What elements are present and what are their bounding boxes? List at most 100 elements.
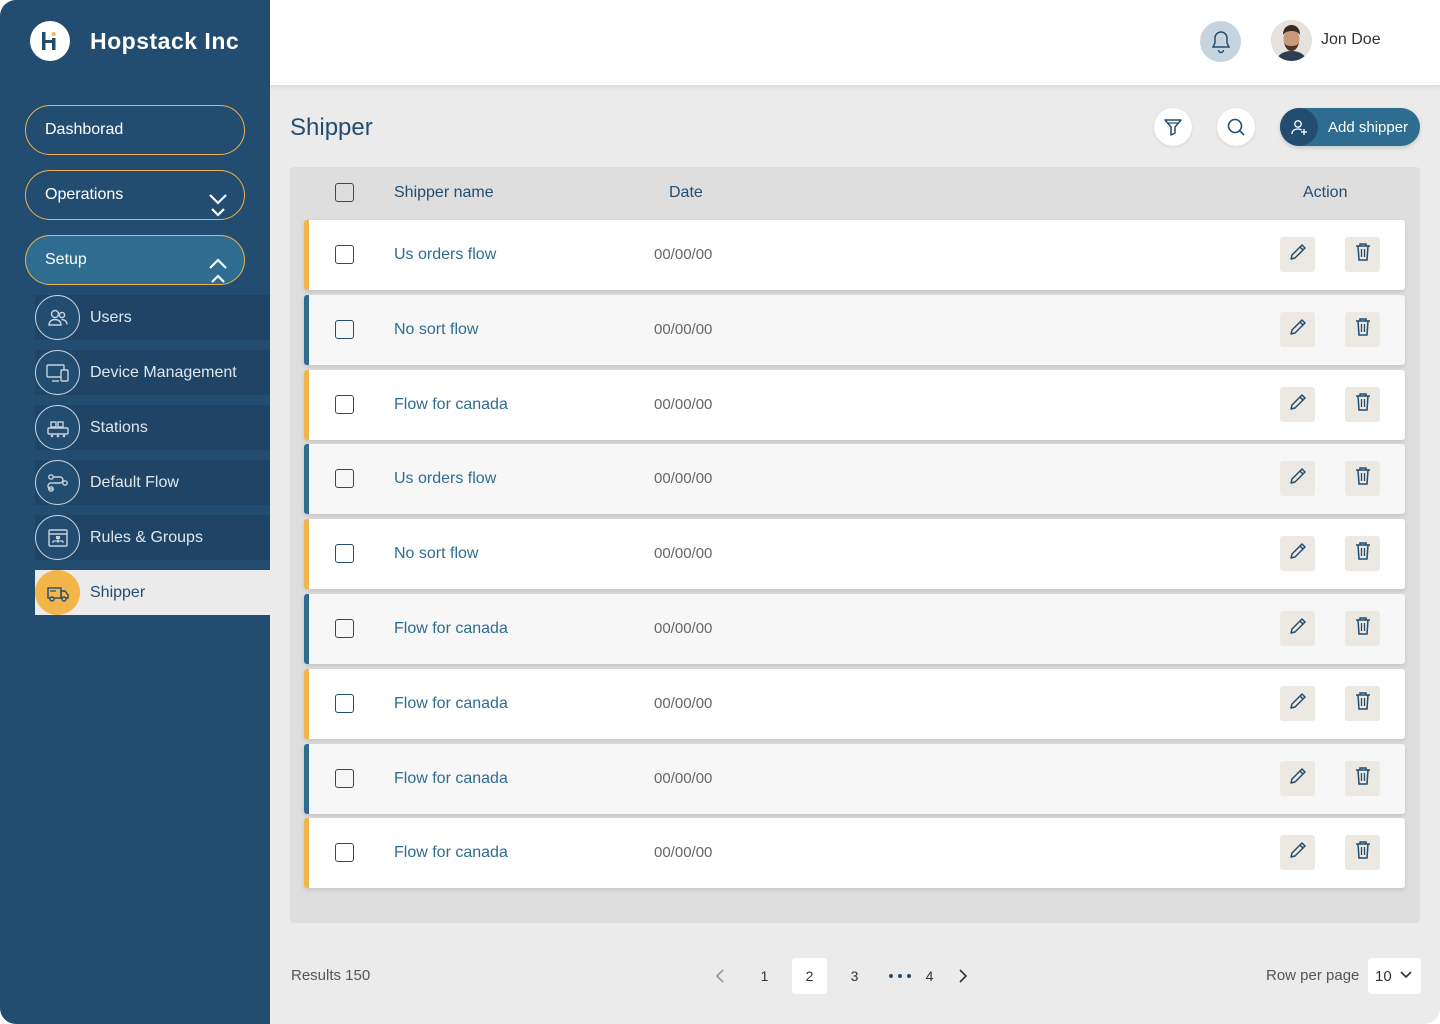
next-page-button[interactable] xyxy=(945,958,980,994)
date-cell: 00/00/00 xyxy=(654,395,713,413)
nav-dashboard[interactable]: Dashborad xyxy=(25,105,245,155)
user-name[interactable]: Jon Doe xyxy=(1321,31,1381,49)
nav-operations-label: Operations xyxy=(45,186,124,203)
rows-per-page-label: Row per page xyxy=(1266,967,1360,984)
table-row[interactable]: Flow for canada 00/00/00 xyxy=(304,743,1405,814)
table-row[interactable]: Flow for canada 00/00/00 xyxy=(304,369,1405,440)
table-row[interactable]: Flow for canada 00/00/00 xyxy=(304,818,1405,889)
edit-button[interactable] xyxy=(1280,611,1315,646)
sidebar-item-stations[interactable]: Stations xyxy=(35,405,270,450)
add-user-icon xyxy=(1280,108,1318,146)
table-row[interactable]: Us orders flow 00/00/00 xyxy=(304,220,1405,290)
delete-button[interactable] xyxy=(1345,611,1380,646)
edit-button[interactable] xyxy=(1280,760,1315,796)
table-row[interactable]: No sort flow 00/00/00 xyxy=(304,519,1405,590)
delete-button[interactable] xyxy=(1345,386,1380,422)
table-row[interactable]: Flow for canada 00/00/00 xyxy=(304,594,1405,664)
edit-button[interactable] xyxy=(1280,311,1315,347)
shipper-name-cell[interactable]: Flow for canada xyxy=(394,844,508,862)
sidebar-item-users[interactable]: Users xyxy=(35,295,270,340)
sidebar: Hopstack Inc Dashborad Operations Setup … xyxy=(0,0,270,1024)
page-4[interactable]: 4 xyxy=(912,958,947,994)
column-date[interactable]: Date xyxy=(669,184,703,202)
row-checkbox[interactable] xyxy=(335,619,354,638)
shipper-name-cell[interactable]: Us orders flow xyxy=(394,246,496,264)
shipper-name-cell[interactable]: Flow for canada xyxy=(394,620,508,638)
shipper-name-cell[interactable]: Flow for canada xyxy=(394,695,508,713)
nav-dashboard-label: Dashborad xyxy=(45,121,124,138)
sidebar-item-label: Device Management xyxy=(90,363,237,381)
row-checkbox[interactable] xyxy=(335,319,354,339)
nav-setup-label: Setup xyxy=(45,251,87,268)
search-icon xyxy=(1227,118,1245,136)
shipper-name-cell[interactable]: Us orders flow xyxy=(394,470,496,488)
truck-icon xyxy=(35,570,80,615)
add-shipper-button[interactable]: Add shipper xyxy=(1280,108,1420,146)
delete-button[interactable] xyxy=(1345,237,1380,272)
row-checkbox[interactable] xyxy=(335,768,354,788)
shipper-name-cell[interactable]: No sort flow xyxy=(394,545,478,563)
sidebar-item-default-flow[interactable]: Default Flow xyxy=(35,460,270,505)
edit-icon xyxy=(1287,465,1309,492)
chevron-right-icon xyxy=(958,969,967,983)
page-title: Shipper xyxy=(290,114,373,141)
filter-button[interactable] xyxy=(1154,108,1192,146)
nav-setup[interactable]: Setup xyxy=(25,235,245,285)
bell-icon xyxy=(1211,30,1230,53)
results-count: Results 150 xyxy=(291,967,371,984)
table-row[interactable]: Flow for canada 00/00/00 xyxy=(304,668,1405,739)
column-shipper-name[interactable]: Shipper name xyxy=(394,184,494,202)
delete-button[interactable] xyxy=(1345,835,1380,871)
avatar[interactable] xyxy=(1271,20,1312,61)
sidebar-item-label: Rules & Groups xyxy=(90,528,203,546)
table-row[interactable]: Us orders flow 00/00/00 xyxy=(304,444,1405,515)
edit-button[interactable] xyxy=(1280,685,1315,721)
sidebar-item-shipper[interactable]: Shipper xyxy=(35,570,270,615)
row-checkbox[interactable] xyxy=(335,469,354,489)
delete-button[interactable] xyxy=(1345,760,1380,796)
row-checkbox[interactable] xyxy=(335,693,354,713)
table-row[interactable]: No sort flow 00/00/00 xyxy=(304,294,1405,365)
edit-icon xyxy=(1287,391,1309,418)
rows-per-page-select[interactable]: 10 xyxy=(1368,958,1421,994)
row-checkbox[interactable] xyxy=(335,245,354,264)
prev-page-button[interactable] xyxy=(702,958,737,994)
rules-icon xyxy=(35,515,80,560)
edit-icon xyxy=(1287,615,1309,642)
table-header: Shipper name Date Action xyxy=(290,167,1420,219)
edit-icon xyxy=(1287,316,1309,343)
edit-button[interactable] xyxy=(1280,461,1315,497)
shipper-name-cell[interactable]: No sort flow xyxy=(394,321,478,339)
trash-icon xyxy=(1353,391,1373,418)
flow-icon xyxy=(35,460,80,505)
edit-button[interactable] xyxy=(1280,237,1315,272)
select-all-checkbox[interactable] xyxy=(335,183,354,202)
row-checkbox[interactable] xyxy=(335,394,354,414)
delete-button[interactable] xyxy=(1345,685,1380,721)
shipper-name-cell[interactable]: Flow for canada xyxy=(394,770,508,788)
search-button[interactable] xyxy=(1217,108,1255,146)
edit-icon xyxy=(1287,241,1309,268)
page-1[interactable]: 1 xyxy=(747,958,782,994)
row-checkbox[interactable] xyxy=(335,544,354,564)
sidebar-item-device-management[interactable]: Device Management xyxy=(35,350,270,395)
page-3[interactable]: 3 xyxy=(837,958,872,994)
notifications-button[interactable] xyxy=(1200,21,1241,62)
sidebar-item-rules-groups[interactable]: Rules & Groups xyxy=(35,515,270,560)
delete-button[interactable] xyxy=(1345,536,1380,572)
nav-operations[interactable]: Operations xyxy=(25,170,245,220)
add-shipper-label: Add shipper xyxy=(1328,118,1409,136)
page-2[interactable]: 2 xyxy=(792,958,827,994)
delete-button[interactable] xyxy=(1345,461,1380,497)
edit-button[interactable] xyxy=(1280,835,1315,871)
row-checkbox[interactable] xyxy=(335,843,354,863)
shipper-name-cell[interactable]: Flow for canada xyxy=(394,396,508,414)
edit-button[interactable] xyxy=(1280,386,1315,422)
date-cell: 00/00/00 xyxy=(654,769,713,787)
stations-icon xyxy=(35,405,80,450)
edit-button[interactable] xyxy=(1280,536,1315,572)
chevron-left-icon xyxy=(715,969,724,983)
delete-button[interactable] xyxy=(1345,311,1380,347)
edit-icon xyxy=(1287,839,1309,866)
brand: Hopstack Inc xyxy=(30,21,239,61)
